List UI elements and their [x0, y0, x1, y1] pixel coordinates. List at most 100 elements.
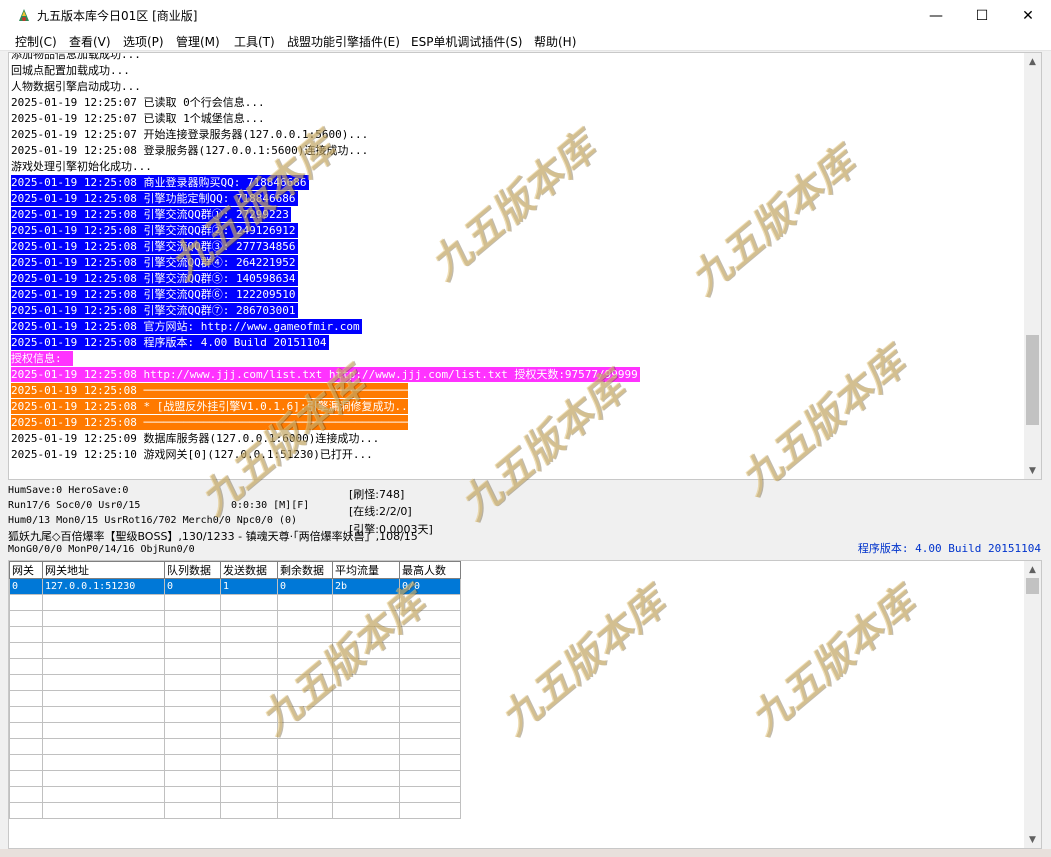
empty-row[interactable] [9, 722, 461, 739]
table-cell [277, 594, 333, 611]
table-cell [332, 770, 400, 787]
gate-grid[interactable]: 网关 网关地址 队列数据 发送数据 剩余数据 平均流量 最高人数 0 127.0.… [8, 560, 1042, 849]
empty-row[interactable] [9, 802, 461, 819]
log-line: 游戏处理引擎初始化成功... [11, 160, 152, 173]
table-cell [220, 770, 278, 787]
table-cell [399, 690, 461, 707]
table-cell [42, 770, 165, 787]
table-cell [220, 610, 278, 627]
table-cell [332, 738, 400, 755]
grid-scroll-down-icon[interactable]: ▼ [1024, 831, 1041, 848]
minimize-icon: — [929, 7, 943, 24]
scroll-thumb[interactable] [1026, 335, 1039, 425]
table-cell [42, 626, 165, 643]
table-cell [277, 770, 333, 787]
log-line: 2025-01-19 12:25:08 引擎交流QQ群⑦: 286703001 [11, 303, 298, 318]
menu-engine-plugin[interactable]: 战盟功能引擎插件(E) [287, 33, 400, 50]
empty-row[interactable] [9, 658, 461, 675]
table-cell [164, 786, 221, 803]
col-max-users[interactable]: 最高人数 [399, 561, 461, 579]
empty-row[interactable] [9, 706, 461, 723]
table-cell [399, 658, 461, 675]
close-button[interactable]: ✕ [1005, 0, 1051, 31]
table-cell [399, 786, 461, 803]
table-cell [9, 610, 43, 627]
table-cell [332, 658, 400, 675]
table-cell: 1 [220, 578, 278, 595]
log-line: 添加物品信息加载成功... [11, 52, 141, 61]
menu-control[interactable]: 控制(C) [15, 33, 57, 50]
table-cell [332, 610, 400, 627]
menu-options[interactable]: 选项(P) [123, 33, 164, 50]
grid-scroll-thumb[interactable] [1026, 578, 1039, 594]
table-cell [9, 754, 43, 771]
empty-row[interactable] [9, 642, 461, 659]
col-gate-address[interactable]: 网关地址 [42, 561, 165, 579]
table-cell [42, 674, 165, 691]
log-line: 2025-01-19 12:25:07 已读取 1个城堡信息... [11, 112, 265, 125]
table-cell [332, 690, 400, 707]
table-cell [220, 642, 278, 659]
table-cell [332, 706, 400, 723]
log-scrollbar[interactable]: ▲ ▼ [1024, 53, 1041, 479]
empty-row[interactable] [9, 674, 461, 691]
col-send-data[interactable]: 发送数据 [220, 561, 278, 579]
menu-view[interactable]: 查看(V) [69, 33, 111, 50]
col-gate[interactable]: 网关 [9, 561, 43, 579]
table-cell: 0 [9, 578, 43, 595]
status-refresh: [刷怪:748] [349, 488, 405, 501]
table-cell [332, 594, 400, 611]
table-cell [399, 706, 461, 723]
menu-manage[interactable]: 管理(M) [176, 33, 220, 50]
menu-esp-plugin[interactable]: ESP单机调试插件(S) [411, 33, 522, 50]
table-cell [220, 738, 278, 755]
table-cell [399, 610, 461, 627]
menu-tools[interactable]: 工具(T) [234, 33, 275, 50]
table-row[interactable]: 0 127.0.0.1:51230 0 1 0 2b 0/0 [9, 578, 461, 595]
scroll-up-icon[interactable]: ▲ [1024, 53, 1041, 70]
log-line: 2025-01-19 12:25:08 http://www.jjj.com/l… [11, 367, 640, 382]
table-cell [220, 706, 278, 723]
empty-row[interactable] [9, 754, 461, 771]
minimize-button[interactable]: — [913, 0, 959, 31]
close-icon: ✕ [1022, 7, 1034, 24]
empty-row[interactable] [9, 690, 461, 707]
table-cell [220, 626, 278, 643]
table-cell [332, 786, 400, 803]
table-cell [164, 802, 221, 819]
table-cell [164, 754, 221, 771]
grid-scrollbar[interactable]: ▲ ▼ [1024, 561, 1041, 848]
col-queue-data[interactable]: 队列数据 [164, 561, 221, 579]
table-cell [277, 786, 333, 803]
table-cell [164, 738, 221, 755]
col-remain-data[interactable]: 剩余数据 [277, 561, 333, 579]
table-cell [42, 754, 165, 771]
status-run: Run17/6 Soc0/0 Usr0/15 [8, 500, 141, 511]
table-cell [164, 690, 221, 707]
empty-row[interactable] [9, 610, 461, 627]
table-cell [399, 594, 461, 611]
table-cell [277, 626, 333, 643]
col-avg-traffic[interactable]: 平均流量 [332, 561, 400, 579]
status-online: [在线:2/2/0] [349, 505, 412, 518]
table-cell [164, 674, 221, 691]
empty-row[interactable] [9, 626, 461, 643]
table-cell [220, 674, 278, 691]
log-line: 2025-01-19 12:25:08 引擎交流QQ群⑤: 140598634 [11, 271, 298, 286]
empty-row[interactable] [9, 770, 461, 787]
table-cell [164, 594, 221, 611]
empty-row[interactable] [9, 786, 461, 803]
maximize-button[interactable]: ☐ [959, 0, 1005, 31]
log-pane[interactable]: 添加物品信息加载成功... 回城点配置加载成功... 人物数据引擎启动成功... 20… [8, 52, 1042, 480]
table-cell [277, 802, 333, 819]
empty-row[interactable] [9, 594, 461, 611]
menu-help[interactable]: 帮助(H) [534, 33, 576, 50]
table-cell [164, 610, 221, 627]
log-line: 2025-01-19 12:25:10 游戏网关[0](127.0.0.1:51… [11, 448, 373, 461]
log-line: 2025-01-19 12:25:08 商业登录器购买QQ: 718846686 [11, 175, 309, 190]
scroll-down-icon[interactable]: ▼ [1024, 462, 1041, 479]
status-time: 0:0:30 [M][F] [231, 500, 310, 511]
gate-table-header: 网关 网关地址 队列数据 发送数据 剩余数据 平均流量 最高人数 [9, 561, 461, 579]
empty-row[interactable] [9, 738, 461, 755]
grid-scroll-up-icon[interactable]: ▲ [1024, 561, 1041, 578]
